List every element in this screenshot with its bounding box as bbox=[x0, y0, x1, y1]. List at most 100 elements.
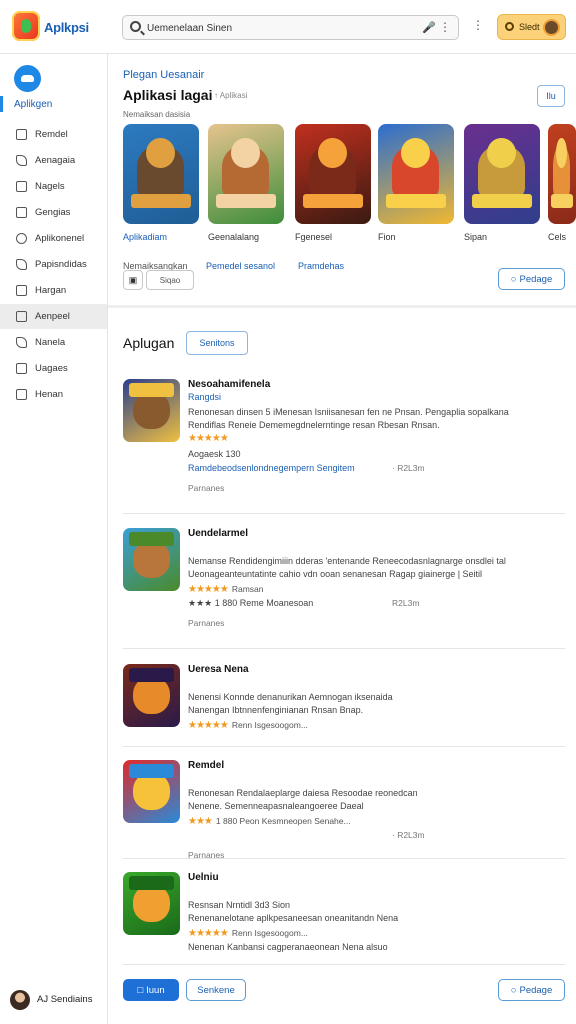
featured-app-label[interactable]: Fgenesel bbox=[295, 232, 332, 242]
sidebar: Aplikgen Remdel Aenagaia Nagels Gengias Apli… bbox=[0, 54, 108, 1024]
sidebar-item[interactable]: Hargan bbox=[0, 278, 107, 303]
app-description: Nenene. Semenneapasnaleangoeree Daeal bbox=[188, 801, 364, 811]
active-indicator bbox=[0, 96, 3, 112]
row-divider bbox=[123, 858, 565, 859]
featured-app-label[interactable]: Aplikadiam bbox=[123, 232, 167, 242]
row-divider bbox=[123, 964, 565, 965]
sidebar-item-label: Nanela bbox=[35, 337, 66, 348]
user-avatar[interactable] bbox=[10, 990, 30, 1010]
filter-icon[interactable]: ▣ bbox=[123, 270, 143, 290]
app-size: · R2L3m bbox=[392, 463, 425, 473]
app-icon-art bbox=[128, 763, 175, 778]
app-icon[interactable] bbox=[123, 664, 180, 727]
featured-app-card[interactable] bbox=[295, 124, 371, 224]
tag-link-1[interactable]: Pemedel sesanol bbox=[206, 261, 275, 271]
avatar[interactable] bbox=[543, 19, 560, 36]
sidebar-item[interactable]: Aenagaia bbox=[0, 148, 107, 173]
app-name[interactable]: Nesoahamifenela bbox=[188, 379, 270, 390]
app-logo-icon[interactable] bbox=[12, 11, 40, 41]
sidebar-title[interactable]: Aplikgen bbox=[14, 99, 52, 110]
card-art bbox=[145, 138, 175, 168]
app-name[interactable]: Ueresa Nena bbox=[188, 664, 249, 675]
sidebar-item[interactable]: Remdel bbox=[0, 122, 107, 147]
card-art bbox=[556, 138, 568, 168]
card-art bbox=[385, 194, 447, 208]
app-icon[interactable] bbox=[123, 872, 180, 935]
app-name[interactable]: Remdel bbox=[188, 760, 224, 771]
app-category: Parnanes bbox=[188, 618, 225, 628]
featured-app-label[interactable]: Sipan bbox=[464, 232, 487, 242]
user-name[interactable]: AJ Sendiains bbox=[37, 994, 92, 1005]
apps-tab[interactable]: Senitons bbox=[186, 331, 248, 355]
sidebar-item[interactable]: Gengias bbox=[0, 200, 107, 225]
featured-app-card[interactable] bbox=[548, 124, 576, 224]
sidebar-item[interactable]: Nanela bbox=[0, 330, 107, 355]
sidebar-item-label: Hargan bbox=[35, 285, 67, 296]
sidebar-item[interactable]: Nagels bbox=[0, 174, 107, 199]
promo-more-button[interactable]: Ilu bbox=[537, 85, 565, 107]
secondary-button[interactable]: Senkene bbox=[186, 979, 246, 1001]
app-description: Ueonageanteuntatinte cahio vdn ooan sena… bbox=[188, 569, 483, 579]
featured-app-card[interactable] bbox=[208, 124, 284, 224]
search-box[interactable]: 🎤 ⋮ bbox=[122, 15, 459, 40]
sign-in-button[interactable]: Sledt bbox=[497, 14, 566, 40]
star-icon: ★★★★★ bbox=[188, 433, 229, 444]
app-name[interactable]: Uendelarmel bbox=[188, 528, 248, 539]
rating-text: 1 880 Peon Kesmneopen Senahe... bbox=[215, 816, 351, 826]
star-icon: ★★★ bbox=[188, 816, 213, 827]
section-divider bbox=[108, 305, 576, 308]
sidebar-item[interactable]: Aplikonenel bbox=[0, 226, 107, 251]
promo-title: Aplikasi lagai bbox=[123, 87, 213, 103]
card-art bbox=[486, 138, 516, 168]
featured-app-card[interactable] bbox=[464, 124, 540, 224]
brand-name[interactable]: Aplkpsi bbox=[44, 20, 89, 35]
featured-app-label[interactable]: Fion bbox=[378, 232, 396, 242]
featured-app-card[interactable] bbox=[123, 124, 199, 224]
app-description: Nemanse Rendidengimiiin dderas 'entenand… bbox=[188, 556, 506, 566]
sidebar-item[interactable]: Aenpeel bbox=[0, 304, 107, 329]
sidebar-item-label: Aenagaia bbox=[35, 155, 76, 166]
app-description: Renonesan dinsen 5 iMenesan Isniisanesan… bbox=[188, 407, 509, 417]
tag-link-2[interactable]: Pramdehas bbox=[298, 261, 344, 271]
app-stats: ★★★ 1 880 Reme Moanesoan bbox=[188, 598, 314, 608]
filter-button[interactable]: Siqao bbox=[146, 270, 194, 290]
footer-package-button[interactable]: Pedage bbox=[498, 979, 565, 1001]
cloud-icon[interactable] bbox=[14, 65, 41, 92]
app-icon-art bbox=[133, 772, 170, 811]
grid-icon bbox=[16, 181, 27, 192]
app-icon[interactable] bbox=[123, 379, 180, 442]
compass-icon bbox=[16, 233, 27, 244]
card-art bbox=[130, 194, 192, 208]
app-name[interactable]: Uelniu bbox=[188, 872, 219, 883]
card-art bbox=[215, 194, 277, 208]
chart-icon bbox=[16, 207, 27, 218]
sidebar-item[interactable]: Henan bbox=[0, 382, 107, 407]
sidebar-item-label: Gengias bbox=[35, 207, 71, 218]
app-link[interactable]: Ramdebeodsenlondnegempern Sengitem bbox=[188, 463, 355, 473]
main-content: Plegan Uesanair Aplikasi lagai ↑ Aplikas… bbox=[108, 54, 576, 1024]
row-divider bbox=[123, 648, 565, 649]
app-developer[interactable]: Rangdsi bbox=[188, 392, 221, 402]
clear-icon[interactable]: ⋮ bbox=[439, 20, 451, 34]
featured-app-label[interactable]: Geenalalang bbox=[208, 232, 259, 242]
more-options-icon[interactable]: ⋮ bbox=[472, 18, 484, 32]
grid-icon bbox=[16, 363, 27, 374]
app-description: Resnsan Nrntidl 3d3 Sion bbox=[188, 900, 291, 910]
promo-subtitle: Nemaiksan dasisia bbox=[123, 110, 191, 119]
package-button[interactable]: Pedage bbox=[498, 268, 565, 290]
primary-button[interactable]: Iuun bbox=[123, 979, 179, 1001]
search-icon bbox=[505, 22, 514, 31]
app-size: R2L3m bbox=[392, 598, 420, 608]
search-input[interactable] bbox=[147, 20, 417, 36]
sidebar-item-label: Remdel bbox=[35, 129, 68, 140]
microphone-icon[interactable]: 🎤 bbox=[422, 21, 436, 34]
sidebar-item[interactable]: Papisndidas bbox=[0, 252, 107, 277]
sidebar-item-label: Aenpeel bbox=[35, 311, 70, 322]
sidebar-item[interactable]: Uagaes bbox=[0, 356, 107, 381]
app-icon[interactable] bbox=[123, 760, 180, 823]
app-icon[interactable] bbox=[123, 528, 180, 591]
card-art bbox=[550, 194, 574, 208]
promo-badge: ↑ Aplikasi bbox=[214, 91, 248, 100]
featured-app-label[interactable]: Cels bbox=[548, 232, 566, 242]
featured-app-card[interactable] bbox=[378, 124, 454, 224]
